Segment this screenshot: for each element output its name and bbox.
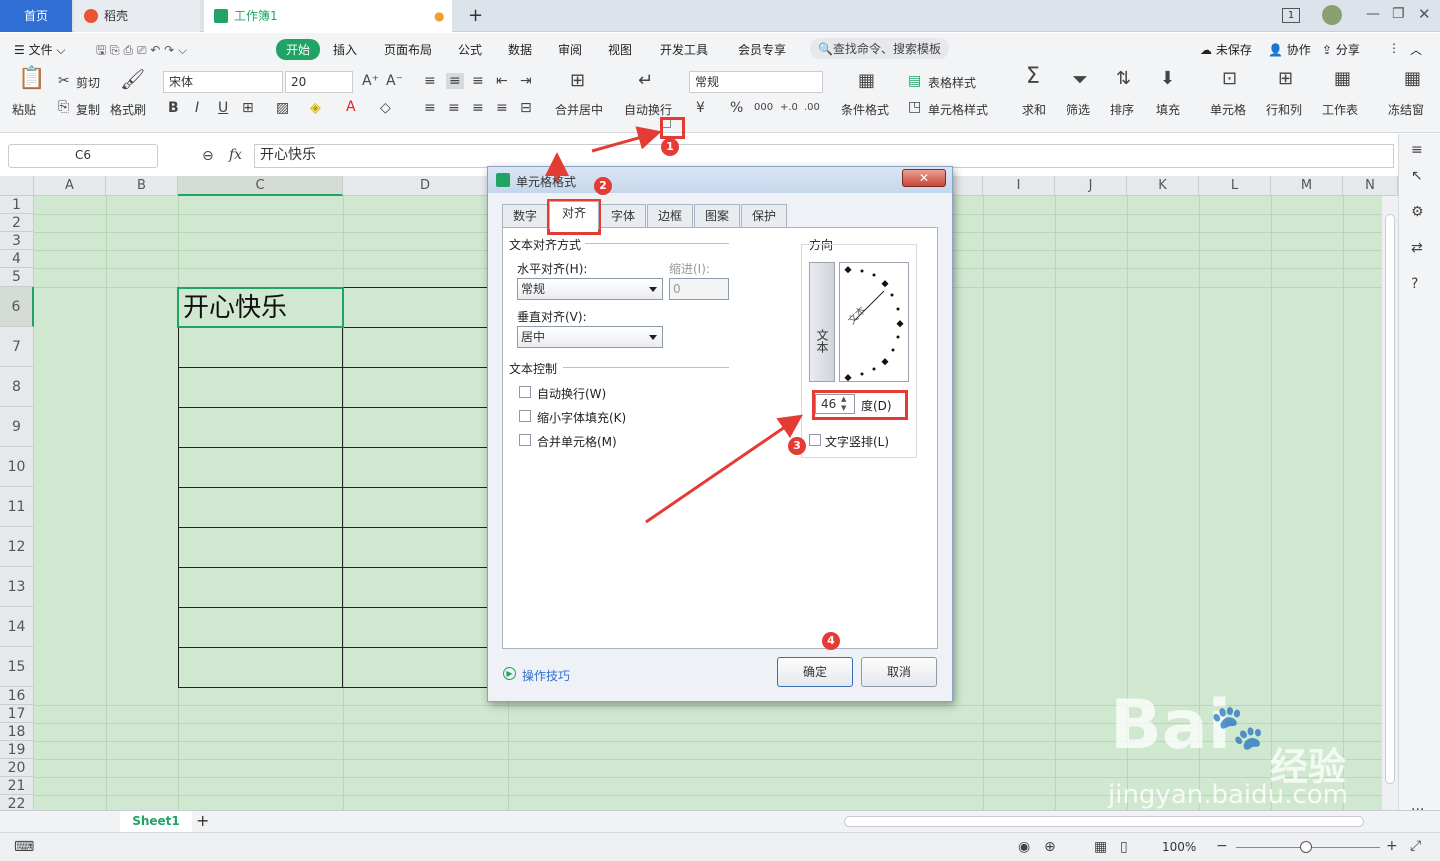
step-badge-1: 1 [661, 138, 679, 156]
highlight-dialog-launcher [660, 117, 685, 139]
step-badge-3: 3 [788, 437, 806, 455]
tab-alignment[interactable]: 对齐 [549, 201, 599, 229]
step-badge-2: 2 [594, 177, 612, 195]
annotation-arrows [545, 126, 803, 524]
highlight-degrees [812, 390, 908, 420]
step-badge-4: 4 [822, 632, 840, 650]
